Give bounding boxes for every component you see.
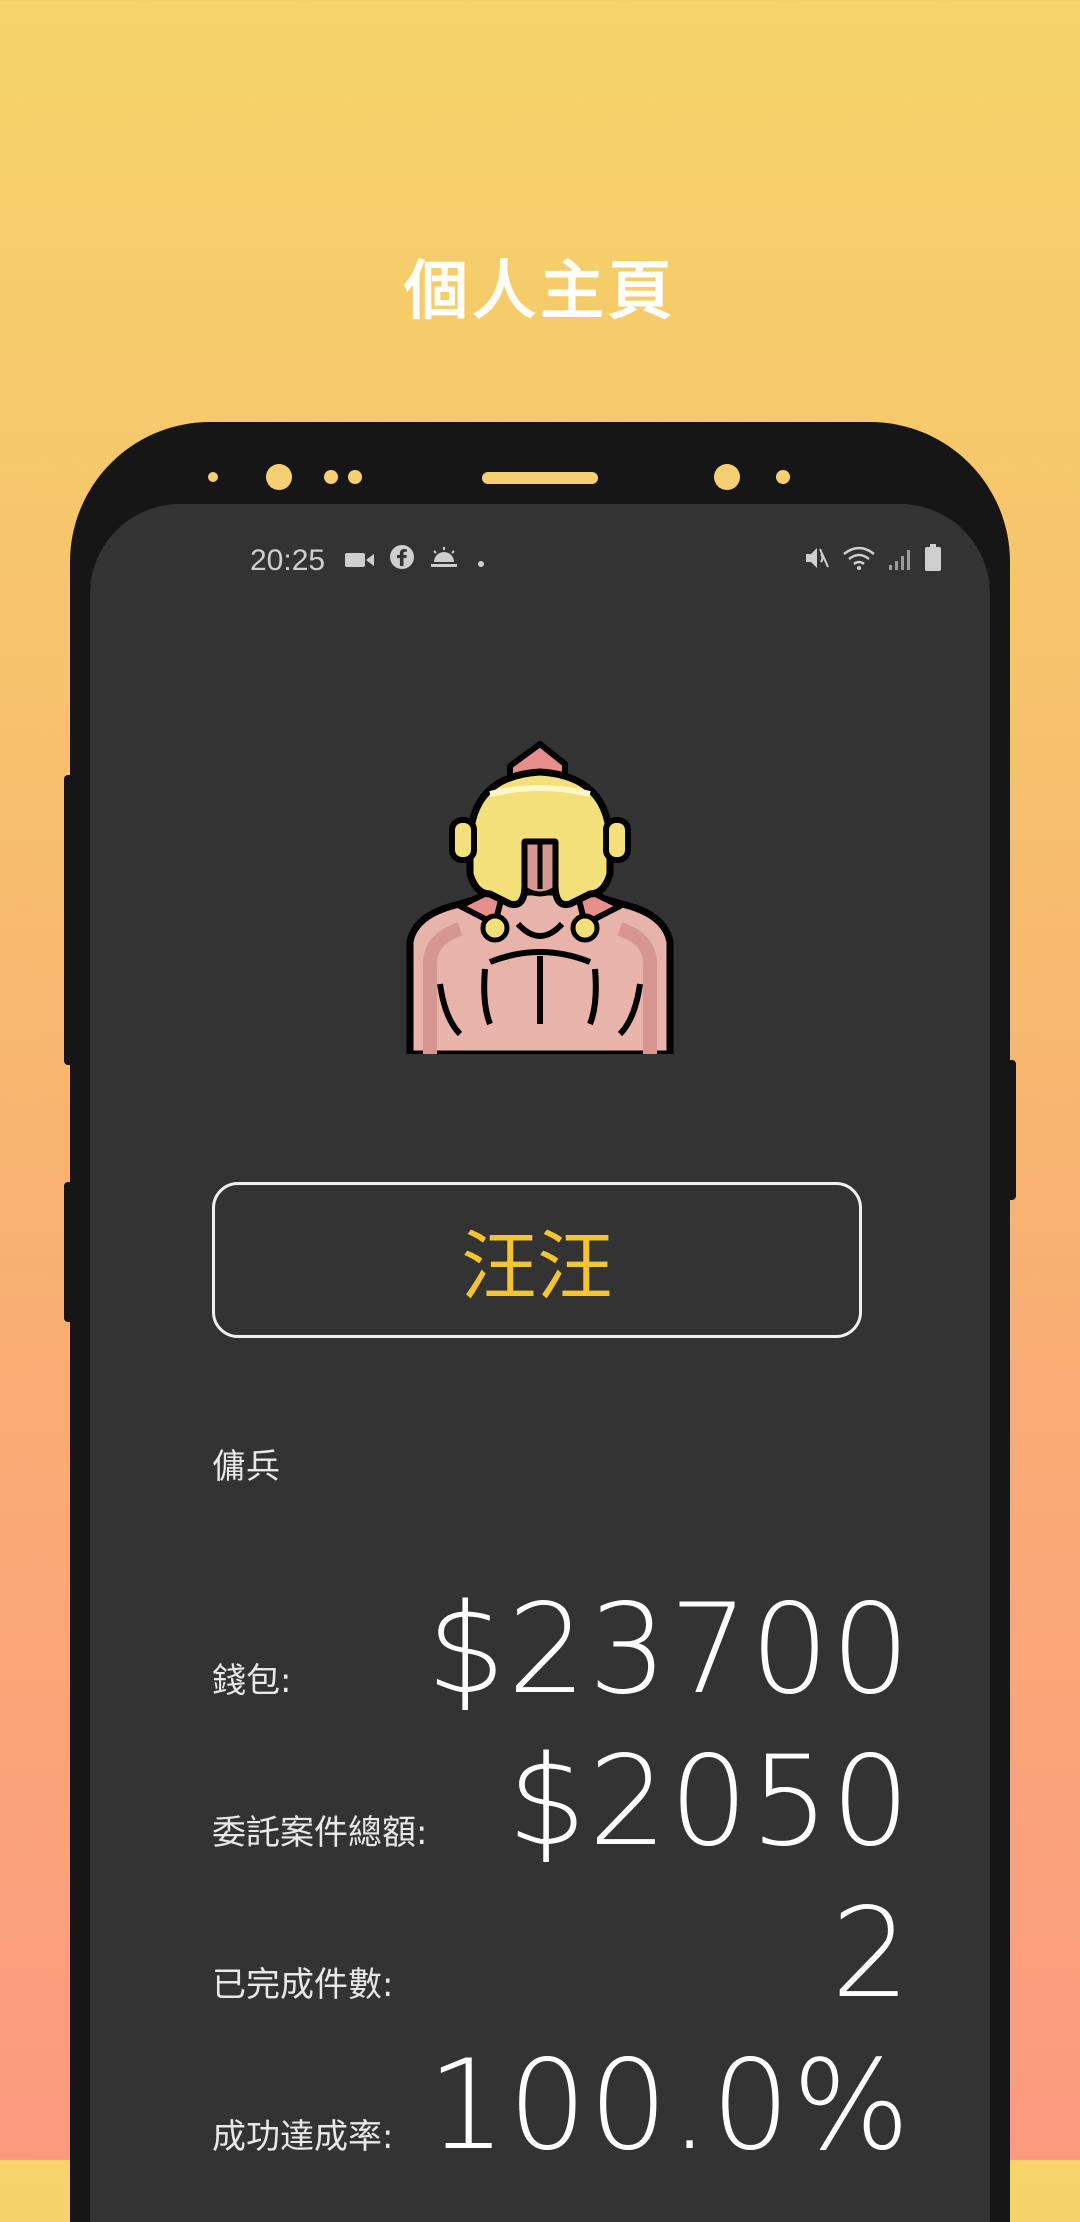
- stat-value: 2: [831, 1882, 912, 2026]
- user-role: 傭兵: [212, 1447, 280, 1487]
- stat-row-completed-count: 已完成件數: 2: [212, 1876, 912, 2026]
- username-box: 汪汪: [212, 1182, 862, 1338]
- status-bar: 20:25: [90, 524, 990, 584]
- signal-icon: [888, 545, 912, 579]
- sensor-dot: [348, 470, 362, 484]
- sensor-dot: [324, 470, 338, 484]
- camera-dot: [266, 464, 292, 490]
- phone-screen: 20:25 汪汪 傭兵 錢包: $23700 委託案件總額: $2050 已完成…: [90, 504, 990, 2222]
- stat-value: $2050: [507, 1730, 912, 1874]
- dot-icon: [473, 544, 489, 578]
- camera-dot: [714, 464, 740, 490]
- video-icon: [345, 544, 375, 578]
- stat-row-commission-total: 委託案件總額: $2050: [212, 1724, 912, 1874]
- stat-value: 100.0%: [427, 2034, 912, 2178]
- stat-label: 委託案件總額:: [212, 1813, 428, 1853]
- status-icons-left: [345, 544, 489, 578]
- stat-row-success-rate: 成功達成率: 100.0%: [212, 2028, 912, 2178]
- wifi-icon: [842, 545, 876, 579]
- stat-row-wallet: 錢包: $23700: [212, 1572, 912, 1722]
- status-icons-right: [804, 544, 942, 580]
- sensor-dot: [776, 470, 790, 484]
- page-title: 個人主頁: [404, 255, 676, 329]
- weather-icon: [429, 544, 459, 578]
- phone-frame: 20:25 汪汪 傭兵 錢包: $23700 委託案件總額: $2050 已完成…: [70, 422, 1010, 2222]
- stat-label: 已完成件數:: [212, 1965, 394, 2005]
- status-time: 20:25: [250, 544, 326, 577]
- spartan-warrior-avatar: [390, 724, 690, 1058]
- speaker-grille: [482, 472, 598, 484]
- mute-icon: [804, 545, 830, 579]
- stat-value: $23700: [426, 1578, 912, 1722]
- phone-top-bezel: [70, 452, 1010, 500]
- facebook-icon: [389, 544, 415, 578]
- sensor-dot: [208, 472, 218, 482]
- stat-label: 錢包:: [212, 1661, 292, 1701]
- stat-label: 成功達成率:: [212, 2117, 394, 2157]
- battery-icon: [924, 544, 942, 580]
